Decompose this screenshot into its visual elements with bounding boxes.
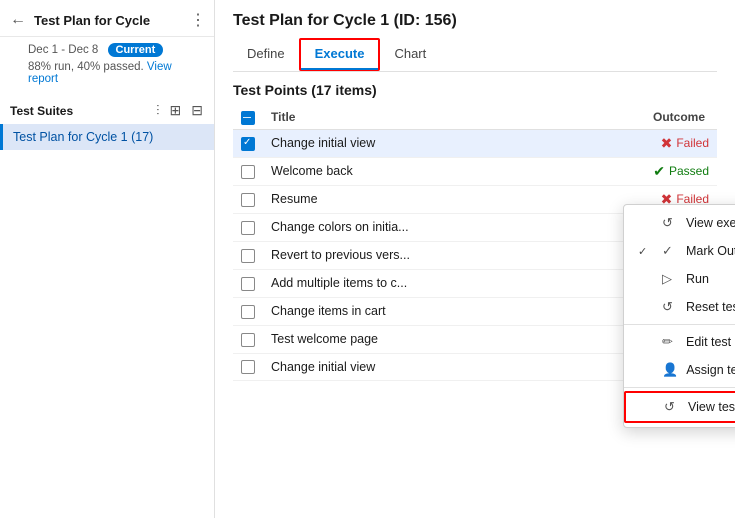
history-icon: ↺ [662,215,678,231]
row-checkbox[interactable] [241,333,255,347]
ctx-item-label: Mark Outcome [686,244,735,258]
sidebar-title: Test Plan for Cycle [34,13,184,28]
sidebar-meta: Dec 1 - Dec 8 Current 88% run, 40% passe… [0,37,214,93]
row-checkbox[interactable] [241,249,255,263]
sidebar-dates: Dec 1 - Dec 8 Current [28,43,204,57]
suites-header-icons: ⫶ ⊞ ⊟ [153,101,206,120]
tab-execute[interactable]: Execute [299,38,381,71]
row-title: Add multiple items to c... [263,269,548,297]
row-checkbox[interactable] [241,193,255,207]
suites-header: Test Suites ⫶ ⊞ ⊟ [0,93,214,124]
row-checkbox[interactable] [241,165,255,179]
suite-item[interactable]: Test Plan for Cycle 1 (17) [0,124,214,150]
row-title: Change colors on initia... [263,213,548,241]
row-outcome: ✔ Passed [548,157,717,185]
header-checkbox-cell [233,106,263,129]
row-title: Test welcome page [263,325,548,353]
sidebar-stats: 88% run, 40% passed. View report [28,61,204,85]
section-title: Test Points (17 items) [233,82,717,98]
tab-define[interactable]: Define [233,38,299,71]
passed-icon: ✔ [653,163,665,180]
ctx-item-label: View execution history [686,216,735,230]
more-button[interactable]: ⋮ [190,10,206,30]
main-panel: Test Plan for Cycle 1 (ID: 156) Define E… [215,0,735,518]
context-menu-item[interactable]: ✓✓Mark Outcome› [624,237,735,265]
context-menu-item[interactable]: ↺ View test result [624,391,735,423]
current-badge: Current [108,43,164,57]
result-icon: ↺ [664,399,680,415]
content-area: Test Points (17 items) Title Outcome Cha… [215,72,735,518]
row-title: Change items in cart [263,297,548,325]
context-menu-divider [624,387,735,388]
main-header: Test Plan for Cycle 1 (ID: 156) Define E… [215,0,735,72]
check-icon: ✓ [662,243,678,259]
back-button[interactable]: ← [8,11,28,29]
sidebar: ← Test Plan for Cycle ⋮ Dec 1 - Dec 8 Cu… [0,0,215,518]
add-suite-btn[interactable]: ⊞ [167,101,185,120]
ctx-item-label: Edit test case [686,335,735,349]
row-checkbox-cell [233,325,263,353]
title-column-header: Title [263,106,548,129]
row-checkbox[interactable] [241,137,255,151]
collapse-btn[interactable]: ⊟ [188,101,206,120]
ctx-item-label: Assign tester [686,363,735,377]
edit-icon: ✏ [662,334,678,350]
row-title: Change initial view [263,129,548,157]
context-menu-item[interactable]: 👤Assign tester› [624,356,735,384]
tree-icon-btn[interactable]: ⫶ [153,101,163,120]
row-checkbox-cell [233,297,263,325]
row-checkbox[interactable] [241,277,255,291]
outcome-text: Passed [669,164,709,178]
context-menu-item[interactable]: ↺ Reset test to active [624,293,735,321]
assign-icon: 👤 [662,362,678,378]
page-title: Test Plan for Cycle 1 (ID: 156) [233,12,717,30]
outcome-column-header: Outcome [548,106,717,129]
suites-label: Test Suites [10,104,73,118]
row-title: Resume [263,185,548,213]
row-checkbox-cell [233,241,263,269]
failed-icon: ✖ [661,135,673,152]
row-checkbox[interactable] [241,221,255,235]
ctx-check-icon: ✓ [638,245,654,258]
sidebar-header: ← Test Plan for Cycle ⋮ [0,0,214,37]
row-checkbox[interactable] [241,360,255,374]
tabs-bar: Define Execute Chart [233,38,717,72]
row-outcome: ✖Failed [548,129,717,157]
run-icon: ▷ [662,271,678,287]
tab-chart[interactable]: Chart [380,38,440,71]
row-checkbox-cell [233,269,263,297]
context-menu-item[interactable]: ↺ View execution history [624,209,735,237]
context-menu-item[interactable]: ✏ Edit test case [624,328,735,356]
row-title: Change initial view [263,353,548,380]
table-row[interactable]: Welcome back ✔ Passed [233,157,717,185]
context-menu-divider [624,324,735,325]
reset-icon: ↺ [662,299,678,315]
row-title: Revert to previous vers... [263,241,548,269]
outcome-text: Failed [676,136,709,150]
context-menu-item[interactable]: ▷Run› [624,265,735,293]
ctx-item-label: View test result [688,400,735,414]
row-checkbox[interactable] [241,305,255,319]
select-all-checkbox[interactable] [241,111,255,125]
table-row[interactable]: Change initial view✖Failed [233,129,717,157]
context-menu: ↺View execution history✓✓Mark Outcome›▷R… [623,204,735,428]
row-checkbox-cell [233,213,263,241]
ctx-item-label: Run [686,272,709,286]
row-checkbox-cell [233,185,263,213]
row-checkbox-cell [233,129,263,157]
row-checkbox-cell [233,157,263,185]
row-checkbox-cell [233,353,263,380]
row-title: Welcome back [263,157,548,185]
ctx-item-label: Reset test to active [686,300,735,314]
